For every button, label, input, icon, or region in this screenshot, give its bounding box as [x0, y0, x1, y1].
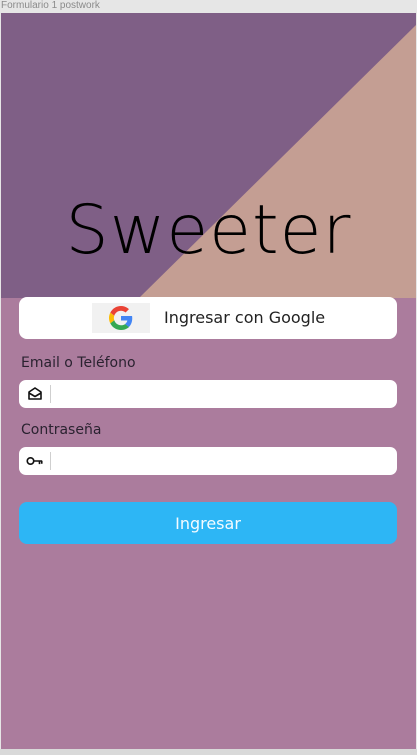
google-signin-label: Ingresar con Google [164, 308, 326, 327]
login-screen: Sweeter Ingresar con Google Email o Telé… [1, 13, 416, 749]
mail-icon [26, 385, 44, 403]
email-field[interactable] [19, 380, 397, 408]
password-input[interactable] [55, 450, 389, 472]
email-input[interactable] [55, 383, 389, 405]
app-title: Sweeter [65, 191, 352, 270]
email-divider [50, 385, 51, 403]
google-g-icon [109, 306, 133, 330]
google-logo-container [92, 303, 150, 333]
email-label: Email o Teléfono [21, 355, 136, 371]
bottom-strip [0, 749, 417, 755]
key-icon [26, 452, 44, 470]
login-button[interactable]: Ingresar [19, 502, 397, 544]
password-field[interactable] [19, 447, 397, 475]
frame-label: Formulario 1 postwork [1, 0, 100, 11]
password-label: Contraseña [21, 422, 102, 438]
google-signin-button[interactable]: Ingresar con Google [19, 297, 397, 339]
password-divider [50, 452, 51, 470]
